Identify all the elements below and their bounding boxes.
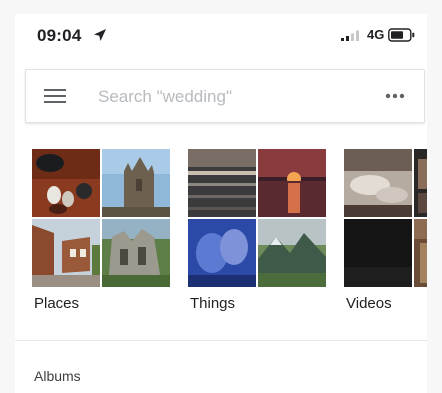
videos-thumb-dark xyxy=(344,219,412,287)
category-label-videos: Videos xyxy=(346,295,392,312)
photos-screen: 09:04 4G Search "wedding" Places Things … xyxy=(15,14,427,393)
things-thumbnail-grid xyxy=(188,149,326,287)
battery-icon xyxy=(388,28,415,42)
search-input[interactable] xyxy=(96,84,360,110)
category-label-things: Things xyxy=(190,295,236,312)
places-thumb-street xyxy=(32,219,100,287)
videos-thumb-brown xyxy=(414,219,427,287)
section-divider xyxy=(15,340,427,341)
menu-icon[interactable] xyxy=(44,87,66,105)
things-thumb-people xyxy=(188,219,256,287)
status-bar: 09:04 4G xyxy=(15,14,427,52)
videos-thumb-bed xyxy=(344,149,412,217)
category-label-places: Places xyxy=(34,295,80,312)
signal-icon xyxy=(341,30,359,41)
search-bar[interactable] xyxy=(25,69,425,123)
network-type: 4G xyxy=(367,27,385,42)
places-thumb-ruins xyxy=(102,219,170,287)
things-thumb-sunset xyxy=(258,149,326,217)
more-horizontal-icon[interactable] xyxy=(384,92,406,100)
places-thumb-church xyxy=(102,149,170,217)
things-thumb-mountains xyxy=(258,219,326,287)
albums-section-title: Albums xyxy=(34,368,81,384)
things-thumb-water xyxy=(188,149,256,217)
places-thumbnail-grid xyxy=(32,149,170,287)
location-arrow-icon xyxy=(94,29,106,41)
places-thumb-objects xyxy=(32,149,100,217)
category-places[interactable]: Places xyxy=(32,149,170,312)
category-videos[interactable]: Videos xyxy=(344,149,427,312)
videos-thumbnail-grid xyxy=(344,149,427,287)
videos-thumb-room xyxy=(414,149,427,217)
category-things[interactable]: Things xyxy=(188,149,326,312)
status-time: 09:04 xyxy=(37,26,82,45)
